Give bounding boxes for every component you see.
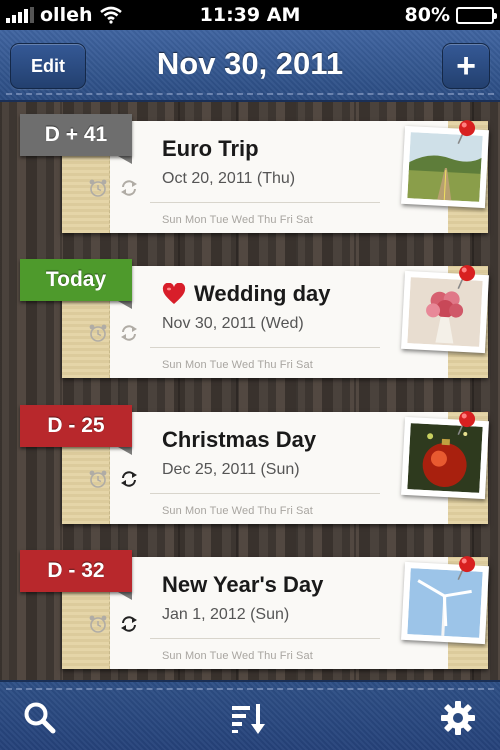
d-day-badge: D - 32 [20,550,132,600]
bottom-toolbar [0,680,500,750]
event-title: Euro Trip [162,136,259,162]
d-day-badge: Today [20,259,132,309]
event-date: Oct 20, 2011 (Thu) [162,170,296,187]
heart-icon [162,282,186,305]
battery-percent: 80% [404,4,450,26]
battery-info: 80% [404,4,497,26]
battery-icon [456,6,497,24]
add-event-button[interactable]: + [442,43,490,89]
event-photo[interactable] [401,556,489,645]
repeat-weekdays: Sun Mon Tue Wed Thu Fri Sat [162,359,313,371]
alarm-clock-icon [88,178,108,198]
event-photo[interactable] [401,120,489,209]
event-photo[interactable] [401,265,489,354]
event-card[interactable]: New Year's Day Jan 1, 2012 (Sun) Sun Mon T… [20,550,490,674]
divider [150,202,380,203]
event-card[interactable]: Christmas Day Dec 25, 2011 (Sun) Sun Mon T… [20,405,490,529]
event-list: Euro Trip Oct 20, 2011 (Thu) Sun Mon Tue W… [0,102,500,680]
event-title: New Year's Day [162,572,323,598]
event-card[interactable]: Wedding day Nov 30, 2011 (Wed) Sun Mon Tue… [20,259,490,383]
event-title-text: Euro Trip [162,136,259,161]
event-photo[interactable] [401,411,489,500]
repeat-icon [120,615,138,633]
divider [150,493,380,494]
repeat-weekdays: Sun Mon Tue Wed Thu Fri Sat [162,214,313,226]
alarm-clock-icon [88,469,108,489]
pushpin-icon [454,118,477,145]
event-card[interactable]: Euro Trip Oct 20, 2011 (Thu) Sun Mon Tue W… [20,114,490,238]
search-icon[interactable] [22,700,58,736]
pushpin-icon [454,263,477,290]
divider [150,347,380,348]
repeat-icon [120,179,138,197]
d-day-badge: D + 41 [20,114,132,164]
event-date: Nov 30, 2011 (Wed) [162,315,304,332]
repeat-weekdays: Sun Mon Tue Wed Thu Fri Sat [162,505,313,517]
event-title: Christmas Day [162,427,316,453]
event-date: Dec 25, 2011 (Sun) [162,461,300,478]
status-bar: olleh 11:39 AM 80% [0,0,500,30]
repeat-icon [120,470,138,488]
alarm-clock-icon [88,614,108,634]
pushpin-icon [454,409,477,436]
event-title-text: Christmas Day [162,427,317,452]
pushpin-icon [454,554,477,581]
event-title: Wedding day [162,281,331,307]
sort-icon[interactable] [230,700,266,736]
repeat-weekdays: Sun Mon Tue Wed Thu Fri Sat [162,650,313,662]
event-title-text: New Year's Day [162,572,324,597]
gear-icon[interactable] [440,700,476,736]
page-title: Nov 30, 2011 [156,46,344,81]
edit-button[interactable]: Edit [10,43,86,89]
d-day-badge: D - 25 [20,405,132,455]
event-date: Jan 1, 2012 (Sun) [162,606,290,623]
repeat-icon [120,324,138,342]
navigation-bar: Edit Nov 30, 2011 + [0,30,500,102]
alarm-clock-icon [88,323,108,343]
divider [150,638,380,639]
event-title-text: Wedding day [194,281,331,306]
